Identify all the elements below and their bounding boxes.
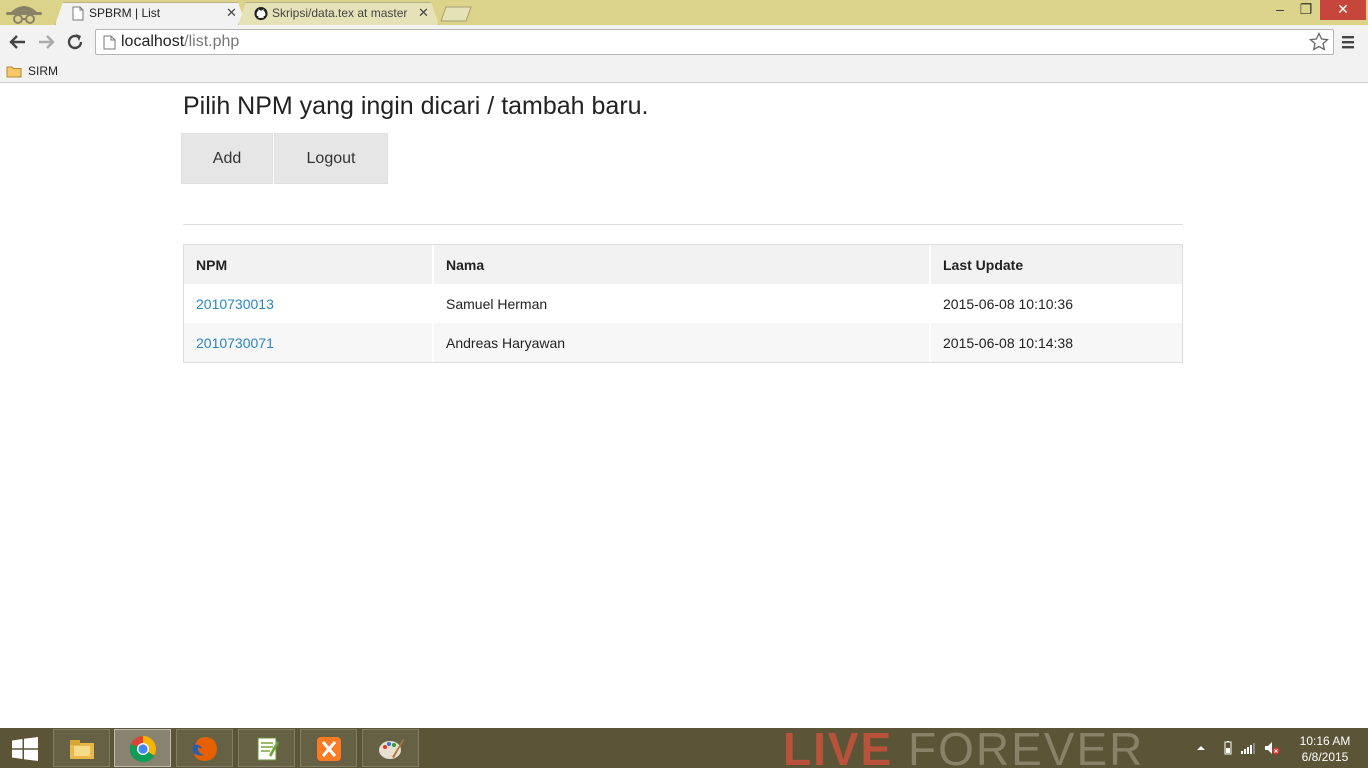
nama-cell: Samuel Herman xyxy=(434,284,931,323)
last-update-cell: 2015-06-08 10:14:38 xyxy=(931,323,1182,362)
battery-icon[interactable] xyxy=(1220,741,1236,755)
page-icon xyxy=(72,6,84,21)
tab-skripsi-data[interactable]: Skripsi/data.tex at master ✕ xyxy=(238,2,439,25)
new-tab-button[interactable] xyxy=(440,6,472,22)
url-path: /list.php xyxy=(184,33,240,50)
system-clock[interactable]: 10:16 AM 6/8/2015 xyxy=(1294,733,1356,765)
firefox-icon xyxy=(193,737,217,761)
reload-icon[interactable] xyxy=(63,30,87,54)
address-bar[interactable]: localhost/list.php xyxy=(95,29,1334,55)
tab-close-icon[interactable]: ✕ xyxy=(418,5,429,21)
show-hidden-icons-icon[interactable] xyxy=(1193,741,1209,755)
volume-muted-icon[interactable] xyxy=(1264,741,1280,755)
browser-titlebar: SPBRM | List ✕ Skripsi/data.tex at maste… xyxy=(0,0,1368,25)
page-heading: Pilih NPM yang ingin dicari / tambah bar… xyxy=(183,92,649,120)
paint-icon xyxy=(379,739,404,759)
minimize-button[interactable]: – xyxy=(1268,0,1292,20)
tab-close-icon[interactable]: ✕ xyxy=(226,5,237,21)
divider xyxy=(183,224,1183,225)
chrome-icon xyxy=(129,735,157,763)
table-row: 2010730013 Samuel Herman 2015-06-08 10:1… xyxy=(184,284,1182,323)
folder-icon xyxy=(6,66,22,77)
wallpaper-text: LIVE FOREVER xyxy=(783,728,1145,768)
bookmark-label: SIRM xyxy=(28,64,58,78)
signal-icon[interactable] xyxy=(1240,741,1256,755)
notepadpp-icon xyxy=(257,737,279,761)
restore-button[interactable]: ❐ xyxy=(1294,0,1318,20)
nama-cell: Andreas Haryawan xyxy=(434,323,931,362)
add-button[interactable]: Add xyxy=(181,133,273,184)
incognito-icon xyxy=(6,6,42,24)
taskbar-xampp[interactable] xyxy=(300,729,357,767)
table-header-row: NPM Nama Last Update xyxy=(184,245,1182,284)
page-icon xyxy=(103,35,116,50)
bookmarks-bar: SIRM xyxy=(0,59,1368,83)
column-header-last-update: Last Update xyxy=(931,245,1182,284)
npm-link[interactable]: 2010730071 xyxy=(196,335,274,351)
column-header-nama: Nama xyxy=(434,245,931,284)
forward-icon[interactable] xyxy=(34,30,58,54)
clock-time: 10:16 AM xyxy=(1299,734,1351,748)
tab-title: SPBRM | List xyxy=(89,6,161,20)
taskbar-firefox[interactable] xyxy=(176,729,233,767)
taskbar-chrome[interactable] xyxy=(114,729,171,767)
tab-spbrm-list[interactable]: SPBRM | List ✕ xyxy=(55,2,246,25)
xampp-icon xyxy=(317,737,341,761)
npm-cell: 2010730071 xyxy=(184,323,434,362)
windows-taskbar: LIVE FOREVER 10:16 AM 6/8/2015 xyxy=(0,728,1368,768)
bookmark-folder-sirm[interactable]: SIRM xyxy=(6,62,58,80)
npm-link[interactable]: 2010730013 xyxy=(196,296,274,312)
logout-button[interactable]: Logout xyxy=(274,133,388,184)
github-icon xyxy=(254,6,268,21)
file-explorer-icon xyxy=(70,740,94,759)
npm-cell: 2010730013 xyxy=(184,284,434,323)
bookmark-star-icon[interactable] xyxy=(1309,32,1329,52)
taskbar-notepadpp[interactable] xyxy=(238,729,295,767)
windows-start-icon[interactable] xyxy=(11,737,39,761)
back-icon[interactable] xyxy=(6,30,30,54)
close-window-button[interactable]: ✕ xyxy=(1320,0,1366,20)
last-update-cell: 2015-06-08 10:10:36 xyxy=(931,284,1182,323)
browser-toolbar: localhost/list.php xyxy=(0,25,1368,59)
url-text[interactable]: localhost/list.php xyxy=(121,33,239,51)
taskbar-file-explorer[interactable] xyxy=(53,729,110,767)
url-host: localhost xyxy=(121,33,185,50)
clock-date: 6/8/2015 xyxy=(1301,750,1349,764)
page-content: Pilih NPM yang ingin dicari / tambah bar… xyxy=(0,84,1368,728)
taskbar-paint[interactable] xyxy=(362,729,419,767)
column-header-npm: NPM xyxy=(184,245,434,284)
npm-table: NPM Nama Last Update 2010730013 Samuel H… xyxy=(183,244,1183,363)
tab-title: Skripsi/data.tex at master xyxy=(272,6,408,20)
chrome-menu-icon[interactable] xyxy=(1340,34,1356,50)
table-row: 2010730071 Andreas Haryawan 2015-06-08 1… xyxy=(184,323,1182,362)
